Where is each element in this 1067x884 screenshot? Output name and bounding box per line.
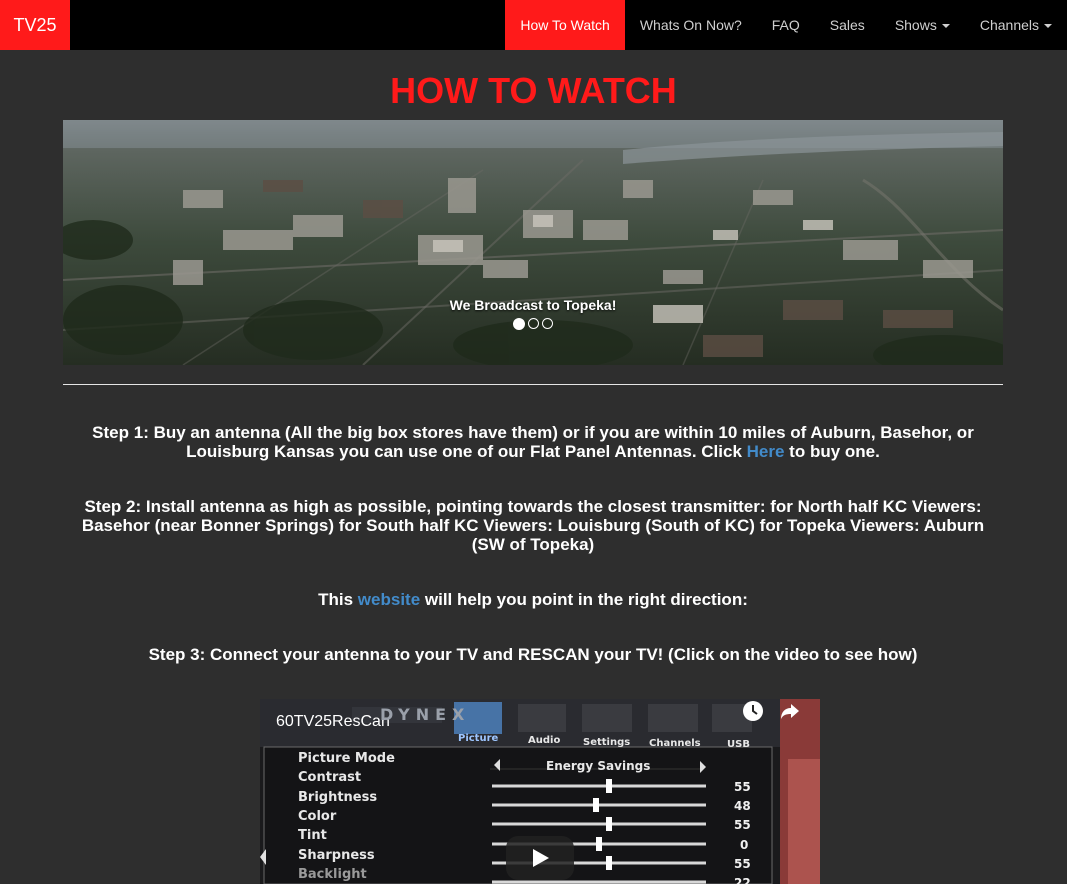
nav-channels-label: Channels	[979, 17, 1039, 33]
nav-whats-on-now[interactable]: Whats On Now?	[625, 0, 757, 50]
image-carousel[interactable]: We Broadcast to Topeka!	[63, 120, 1003, 365]
brand-logo[interactable]: TV25	[0, 0, 70, 50]
setting-label-brightness: Brightness	[298, 790, 378, 805]
website-link[interactable]: website	[358, 590, 420, 609]
step-1-post: to buy one.	[784, 442, 880, 461]
nav-shows-dropdown[interactable]: Shows	[880, 0, 965, 50]
nav-menu: How To Watch Whats On Now? FAQ Sales Sho…	[505, 0, 1067, 50]
nav-channels-dropdown[interactable]: Channels	[965, 0, 1067, 50]
caret-down-icon	[1044, 24, 1052, 29]
clock-icon[interactable]	[741, 699, 765, 723]
share-icon[interactable]	[778, 699, 802, 723]
play-icon[interactable]	[506, 836, 574, 880]
setting-label-sharpness: Sharpness	[298, 848, 375, 863]
setting-label-picture-mode: Picture Mode	[298, 751, 395, 766]
carousel-indicators	[63, 318, 1003, 330]
tv-tab-usb: USB	[727, 739, 750, 750]
step-2-text: Step 2: Install antenna as high as possi…	[81, 497, 985, 554]
tv-tab-settings: Settings	[583, 737, 631, 748]
carousel-indicator-2[interactable]	[528, 318, 539, 329]
video-player[interactable]: 60TV25ResCan DYNEX Picture Audio Setting…	[260, 699, 820, 884]
setting-value-brightness: 48	[734, 799, 751, 813]
step-3-text: Step 3: Connect your antenna to your TV …	[148, 645, 918, 664]
setting-value-contrast: 55	[734, 780, 751, 794]
setting-value-tint: 0	[740, 838, 749, 852]
carousel-indicator-3[interactable]	[542, 318, 553, 329]
setting-value-picture-mode: Energy Savings	[546, 759, 651, 773]
carousel-caption: We Broadcast to Topeka!	[449, 297, 617, 313]
tv-brand-logo: DYNEX	[380, 705, 471, 724]
tv-tab-channels: Channels	[649, 738, 701, 749]
setting-value-color: 55	[734, 818, 751, 832]
nav-faq[interactable]: FAQ	[757, 0, 815, 50]
setting-label-contrast: Contrast	[298, 770, 362, 785]
video-title[interactable]: 60TV25ResCan	[276, 713, 390, 731]
website-post: will help you point in the right directi…	[420, 590, 748, 609]
setting-value-sharpness: 55	[734, 857, 751, 871]
section-divider	[63, 384, 1003, 385]
setting-label-color: Color	[298, 809, 337, 824]
website-pre: This	[318, 590, 358, 609]
setting-value-backlight: 22	[734, 876, 751, 884]
carousel-indicator-1[interactable]	[513, 318, 525, 330]
website-text: This website will help you point in the …	[63, 590, 1003, 609]
step-1-text: Step 1: Buy an antenna (All the big box …	[63, 423, 1003, 461]
page-title: HOW TO WATCH	[390, 70, 677, 111]
setting-label-backlight: Backlight	[298, 867, 367, 882]
tv-tab-picture: Picture	[458, 733, 499, 744]
tv-tab-audio: Audio	[528, 735, 561, 746]
caret-down-icon	[941, 24, 950, 29]
setting-label-tint: Tint	[298, 828, 327, 843]
nav-how-to-watch[interactable]: How To Watch	[505, 0, 625, 50]
nav-sales[interactable]: Sales	[815, 0, 880, 50]
here-link[interactable]: Here	[747, 442, 785, 461]
navbar: TV25 How To Watch Whats On Now? FAQ Sale…	[0, 0, 1067, 50]
nav-shows-label: Shows	[894, 17, 937, 33]
